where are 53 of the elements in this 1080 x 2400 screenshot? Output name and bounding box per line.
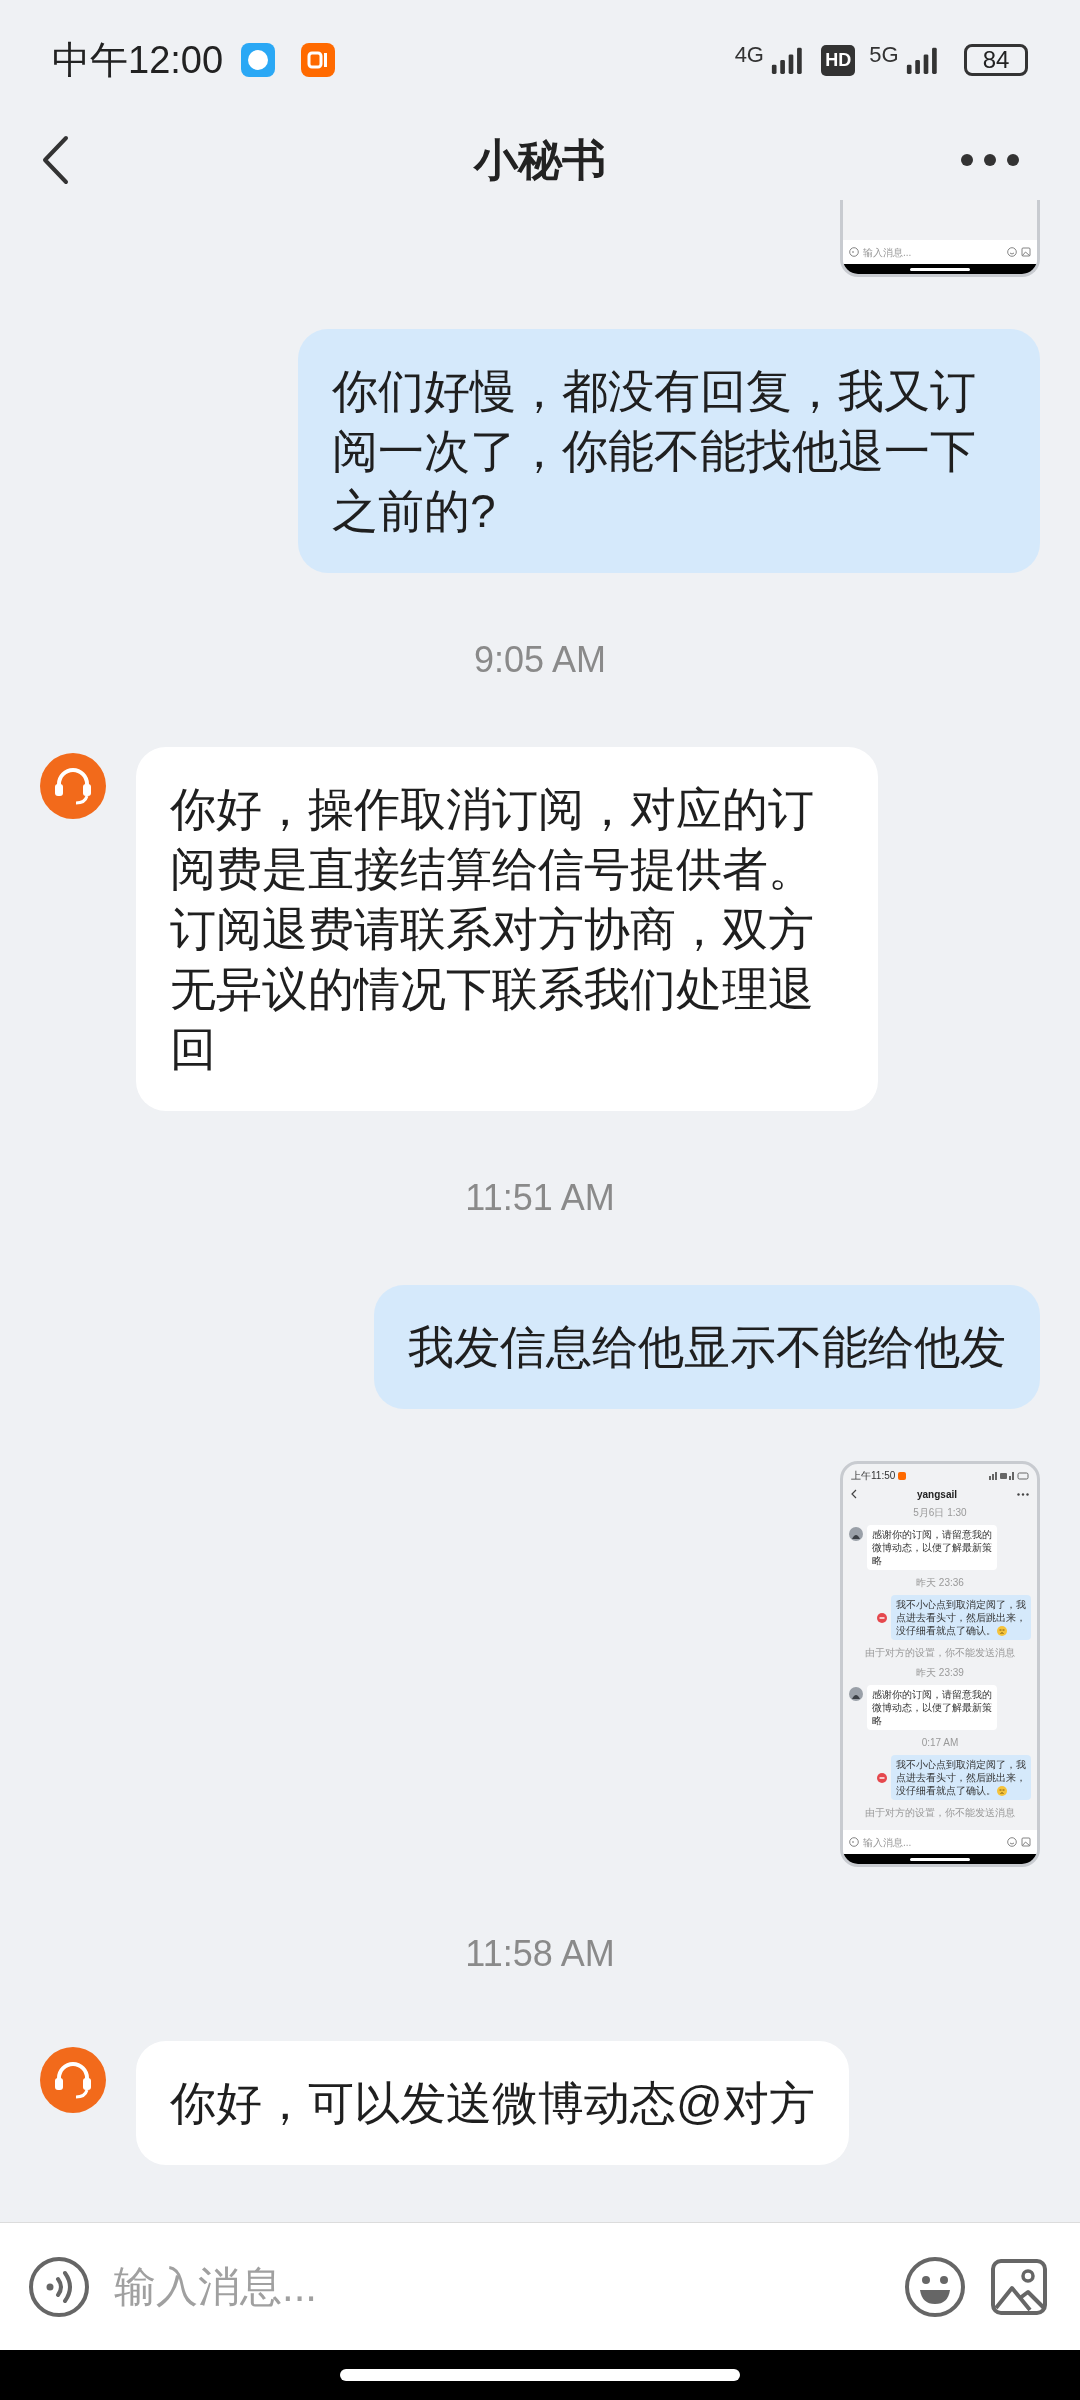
message-bubble: 你好，可以发送微博动态@对方	[136, 2041, 849, 2165]
image-icon	[1021, 1837, 1031, 1847]
more-icon[interactable]	[960, 153, 1020, 167]
status-time: 中午12:00	[52, 37, 224, 83]
app-icon	[241, 43, 276, 77]
back-icon	[851, 1489, 857, 1499]
app-icon	[898, 1471, 907, 1480]
emoji-icon[interactable]	[904, 2255, 966, 2318]
error-icon	[877, 1772, 887, 1783]
chat-title: 小秘书	[474, 135, 606, 184]
message-bubble: 我不小心点到取消定阅了，我点进去看头寸，然后跳出来，没仔细看就点了确认。	[891, 1755, 1031, 1800]
network-label: 4G	[734, 41, 764, 69]
voice-icon	[849, 247, 859, 257]
message-bubble: 你好，操作取消订阅，对应的订阅费是直接结算给信号提供者。订阅退费请联系对方协商，双方无异议的情况下联系我们处理退回	[136, 747, 878, 1111]
more-icon	[1017, 1492, 1029, 1496]
home-indicator	[910, 1857, 970, 1861]
message-bubble: 我发信息给他显示不能给他发	[374, 1285, 1040, 1409]
message-bubble: 我不小心点到取消定阅了，我点进去看头寸，然后跳出来，没仔细看就点了确认。	[891, 1595, 1031, 1640]
avatar-icon	[849, 1527, 863, 1541]
emoji-icon	[1007, 247, 1017, 257]
notice-text: 由于对方的设置，你不能发送消息	[865, 1806, 1015, 1820]
home-indicator	[910, 267, 970, 271]
message-bubble: 感谢你的订阅，请留意我的微博动态，以便了解最新策略	[867, 1525, 997, 1570]
support-avatar-icon	[40, 753, 106, 819]
message-input[interactable]: 输入消息...	[843, 240, 1037, 264]
app-icon	[301, 43, 336, 77]
network-label: 5G	[869, 41, 899, 69]
timestamp: 11:58 AM	[465, 1932, 615, 1976]
message-bubble: 你们好慢，都没有回复，我又订阅一次了，你能不能找他退一下之前的?	[298, 329, 1040, 573]
message-input[interactable]: 输入消息...	[0, 2222, 1080, 2350]
error-icon	[877, 1612, 887, 1623]
image-icon	[1021, 247, 1031, 257]
image-icon[interactable]	[990, 2257, 1048, 2316]
timestamp: 11:51 AM	[465, 1176, 615, 1220]
timestamp: 0:17 AM	[921, 1736, 959, 1750]
message-bubble: 感谢你的订阅，请留意我的微博动态，以便了解最新策略	[867, 1685, 997, 1730]
support-avatar-icon	[40, 2047, 106, 2113]
timestamp: 昨天 23:39	[916, 1666, 964, 1680]
timestamp: 5月6日 1:30	[913, 1506, 967, 1520]
timestamp: 9:05 AM	[473, 638, 607, 682]
hd-badge: HD	[821, 44, 856, 76]
battery-level: 84	[964, 44, 1028, 76]
timestamp: 昨天 23:36	[916, 1576, 964, 1590]
status-icons-drawing	[989, 1471, 1029, 1480]
back-icon[interactable]	[40, 135, 70, 185]
emoji-icon	[1007, 1837, 1017, 1847]
voice-icon	[849, 1837, 859, 1847]
avatar-icon	[849, 1687, 863, 1701]
message-input[interactable]: 输入消息...	[843, 1830, 1037, 1854]
notice-text: 由于对方的设置，你不能发送消息	[865, 1646, 1015, 1660]
voice-icon[interactable]	[28, 2255, 90, 2318]
status-time: 上午11:50	[851, 1469, 896, 1483]
chat-title: yangsail	[917, 1487, 957, 1502]
